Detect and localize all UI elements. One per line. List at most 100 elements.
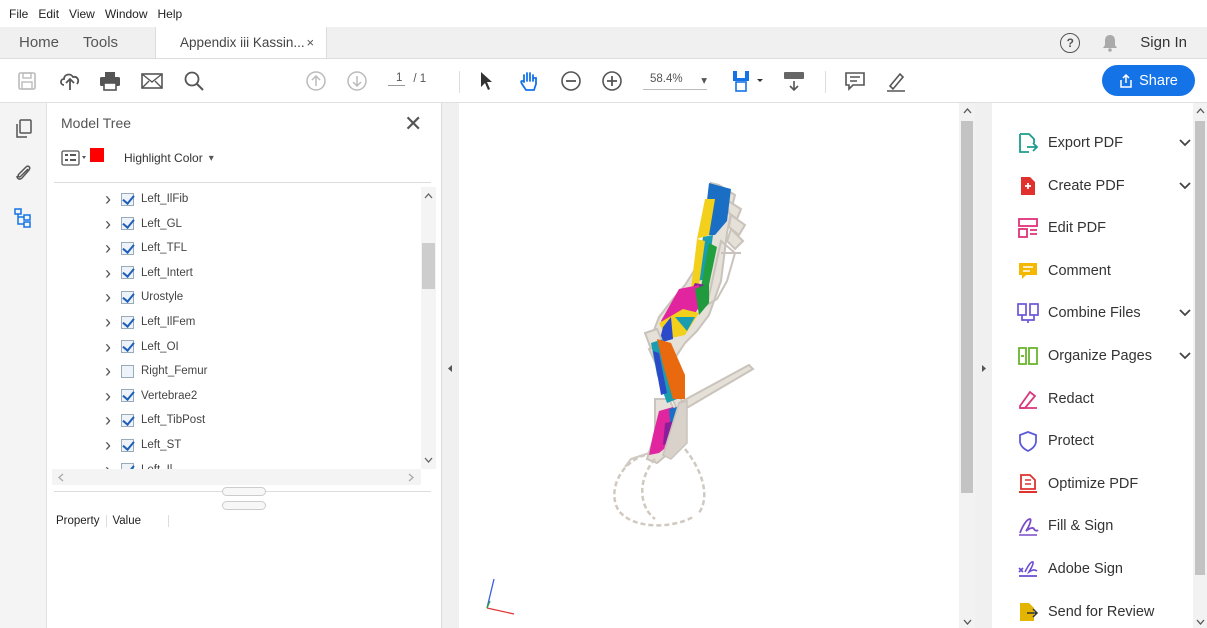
tree-item[interactable]: › Left_TFL	[52, 236, 421, 260]
tree-item[interactable]: › Left_IlFem	[52, 310, 421, 334]
tree-item[interactable]: › Vertebrae2	[52, 384, 421, 408]
fit-page-icon[interactable]	[731, 69, 765, 93]
tree-item[interactable]: › Left_OI	[52, 335, 421, 359]
share-button[interactable]: Share	[1102, 65, 1195, 96]
document-vertical-scrollbar[interactable]	[959, 103, 975, 628]
chevron-down-icon[interactable]	[1179, 178, 1191, 193]
visibility-checkbox[interactable]	[121, 192, 134, 206]
tool-comment[interactable]: Comment	[1016, 257, 1191, 285]
menu-window[interactable]: Window	[105, 7, 148, 21]
tool-redact[interactable]: Redact	[1016, 385, 1191, 413]
select-cursor-icon[interactable]	[478, 69, 494, 93]
tree-vertical-scrollbar[interactable]	[421, 187, 436, 469]
panel-splitter-handle[interactable]	[222, 501, 266, 510]
attachments-icon[interactable]	[13, 162, 35, 184]
right-pane-collapse-handle[interactable]	[975, 103, 992, 628]
next-page-icon[interactable]	[346, 69, 368, 93]
chevron-down-icon[interactable]	[1179, 135, 1191, 150]
expand-chevron-icon[interactable]: ›	[105, 362, 111, 380]
visibility-checkbox[interactable]	[121, 413, 134, 427]
expand-chevron-icon[interactable]: ›	[105, 387, 111, 405]
scroll-up-icon[interactable]	[963, 108, 972, 114]
visibility-checkbox[interactable]	[121, 241, 134, 255]
scroll-down-icon[interactable]	[1196, 619, 1205, 625]
email-icon[interactable]	[141, 69, 163, 93]
page-thumbnails-icon[interactable]	[13, 118, 35, 140]
zoom-level-select[interactable]: 58.4% ▾	[643, 73, 707, 90]
menu-view[interactable]: View	[69, 7, 95, 21]
zoom-out-icon[interactable]	[560, 69, 582, 93]
tool-protect[interactable]: Protect	[1016, 427, 1191, 455]
tree-item[interactable]: › Right_Femur	[52, 359, 421, 383]
panel-splitter-handle[interactable]	[222, 487, 266, 496]
menu-file[interactable]: File	[9, 7, 28, 21]
tree-item[interactable]: › Left_Intert	[52, 261, 421, 285]
tree-options-icon[interactable]	[61, 150, 89, 166]
tool-adobe-sign[interactable]: Adobe Sign	[1016, 555, 1191, 583]
page-number-input[interactable]: 1	[388, 72, 406, 86]
chevron-down-icon[interactable]	[1179, 305, 1191, 320]
scroll-right-icon[interactable]	[408, 473, 414, 482]
scroll-up-icon[interactable]	[424, 193, 433, 199]
menu-help[interactable]: Help	[158, 7, 183, 21]
tool-create-pdf[interactable]: Create PDF	[1016, 172, 1191, 200]
scroll-left-icon[interactable]	[58, 473, 64, 482]
tree-item[interactable]: › Left_IlFib	[52, 187, 421, 211]
tool-fill-sign[interactable]: Fill & Sign	[1016, 512, 1191, 540]
tab-home[interactable]: Home	[10, 27, 68, 58]
tool-combine-files[interactable]: Combine Files	[1016, 299, 1191, 327]
tool-organize-pages[interactable]: Organize Pages	[1016, 342, 1191, 370]
scroll-down-icon[interactable]	[424, 457, 433, 463]
tab-document[interactable]: Appendix iii Kassin... ×	[155, 27, 328, 58]
collapse-right-icon[interactable]	[981, 364, 987, 373]
tool-edit-pdf[interactable]: Edit PDF	[1016, 214, 1191, 242]
collapse-left-icon[interactable]	[447, 364, 453, 373]
visibility-checkbox[interactable]	[121, 438, 134, 452]
upload-cloud-icon[interactable]	[58, 69, 82, 93]
scroll-thumb[interactable]	[422, 243, 435, 289]
expand-chevron-icon[interactable]: ›	[105, 411, 111, 429]
zoom-in-icon[interactable]	[601, 69, 623, 93]
print-icon[interactable]	[99, 69, 121, 93]
expand-chevron-icon[interactable]: ›	[105, 436, 111, 454]
search-icon[interactable]	[183, 69, 205, 93]
expand-chevron-icon[interactable]: ›	[105, 215, 111, 233]
tree-item[interactable]: ›Left_Il	[52, 458, 421, 469]
help-icon[interactable]: ?	[1060, 32, 1081, 53]
highlight-color-caret-icon[interactable]: ▾	[209, 153, 214, 164]
close-tab-icon[interactable]: ×	[306, 35, 314, 50]
scroll-mode-icon[interactable]	[783, 69, 805, 93]
tool-optimize-pdf[interactable]: Optimize PDF	[1016, 470, 1191, 498]
highlight-pen-icon[interactable]	[885, 69, 907, 93]
expand-chevron-icon[interactable]: ›	[105, 288, 111, 306]
visibility-checkbox[interactable]	[121, 315, 134, 329]
expand-chevron-icon[interactable]: ›	[105, 313, 111, 331]
tab-tools[interactable]: Tools	[74, 27, 127, 58]
chevron-down-icon[interactable]	[1179, 348, 1191, 363]
tool-export-pdf[interactable]: Export PDF	[1016, 129, 1191, 157]
visibility-checkbox[interactable]	[121, 217, 134, 231]
previous-page-icon[interactable]	[305, 69, 327, 93]
save-icon[interactable]	[17, 69, 37, 93]
model-tree-icon[interactable]	[13, 207, 35, 229]
frog-skeleton-3d-model[interactable]	[459, 103, 959, 628]
highlight-color-label[interactable]: Highlight Color	[124, 151, 203, 165]
expand-chevron-icon[interactable]: ›	[105, 461, 111, 469]
visibility-checkbox[interactable]	[121, 389, 134, 403]
highlight-color-swatch[interactable]	[90, 148, 104, 162]
visibility-checkbox[interactable]	[121, 266, 134, 280]
close-panel-icon[interactable]: ✕	[404, 111, 422, 137]
expand-chevron-icon[interactable]: ›	[105, 190, 111, 208]
tree-item[interactable]: › Left_GL	[52, 212, 421, 236]
tree-horizontal-scrollbar[interactable]	[52, 469, 421, 485]
scroll-thumb[interactable]	[961, 121, 973, 493]
tools-pane-scrollbar[interactable]	[1193, 103, 1207, 628]
tree-item[interactable]: › Left_ST	[52, 433, 421, 457]
tree-item[interactable]: › Left_TibPost	[52, 408, 421, 432]
visibility-checkbox[interactable]	[121, 340, 134, 354]
document-viewport[interactable]	[459, 103, 959, 628]
sign-in-link[interactable]: Sign In	[1140, 34, 1187, 51]
comment-tool-icon[interactable]	[844, 69, 866, 93]
expand-chevron-icon[interactable]: ›	[105, 239, 111, 257]
left-pane-collapse-handle[interactable]	[442, 103, 459, 628]
